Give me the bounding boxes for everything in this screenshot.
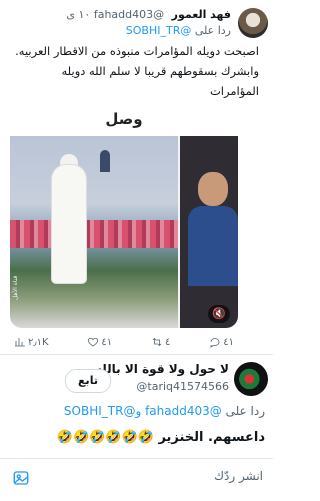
follow-button[interactable]: تابع (65, 369, 111, 393)
video-overlay-text: وصل (10, 110, 238, 136)
author-handle[interactable]: @tariq41574566 (136, 380, 229, 393)
views-action[interactable]: ٢٫١K (14, 335, 49, 349)
reply-mentions[interactable]: @fahadd403 و@SOBHI_TR (64, 404, 222, 418)
tweet-text: اصبحت دويله المؤامرات منبوذه من الاقطار … (15, 44, 259, 98)
image-icon[interactable] (12, 469, 30, 487)
figure-robe (52, 165, 86, 283)
author-name[interactable]: فهد العمور (172, 8, 231, 21)
avatar[interactable] (234, 362, 268, 396)
heart-icon (88, 337, 99, 347)
reply-input[interactable]: انشر ردّك (214, 469, 263, 483)
like-action[interactable]: ٤١ (87, 335, 112, 349)
reply-context: ردا على @SOBHI_TR (126, 24, 231, 37)
likes-count: ٤١ (101, 336, 113, 348)
tweet-video[interactable]: وصل قناة الأهل 🔇 (10, 110, 238, 328)
author-handle[interactable]: @fahadd403 (94, 8, 164, 21)
chart-icon (15, 338, 25, 347)
retweet-icon (152, 337, 162, 347)
man-body (188, 206, 238, 286)
tweet-actions: ٢٫١K ٤١ ٤ ٤١ (14, 335, 234, 349)
author-name[interactable]: لا حول ولا قوة الا بالله (95, 362, 229, 376)
replies-count: ٤١ (223, 336, 234, 348)
reply-mention[interactable]: @SOBHI_TR (126, 24, 192, 37)
divider (0, 354, 273, 355)
minaret-shape (100, 150, 110, 172)
tweet-time[interactable]: ١٠ ى (66, 8, 90, 21)
flower-bed (10, 220, 178, 248)
reply-composer: انشر ردّك (0, 458, 273, 501)
views-count: ٢٫١K (28, 336, 49, 348)
channel-logo: قناة الأهل (12, 275, 19, 300)
man-head (198, 172, 228, 206)
reply-label: ردا على (194, 24, 231, 37)
reply-label: ردا على (225, 404, 265, 418)
retweet-action[interactable]: ٤ (151, 335, 170, 349)
reply-action[interactable]: ٤١ (209, 335, 234, 349)
speaker-muted-icon[interactable]: 🔇 (208, 305, 230, 323)
tweet-text: داعسهم. الخنزير 🤣🤣🤣🤣🤣🤣 (56, 430, 265, 445)
reply-context: ردا على @fahadd403 و@SOBHI_TR (64, 404, 265, 418)
retweets-count: ٤ (165, 336, 171, 348)
reply-icon (210, 338, 220, 348)
tweet-header: فهد العمور @fahadd403 ١٠ ى (66, 8, 231, 21)
avatar[interactable] (238, 8, 268, 38)
